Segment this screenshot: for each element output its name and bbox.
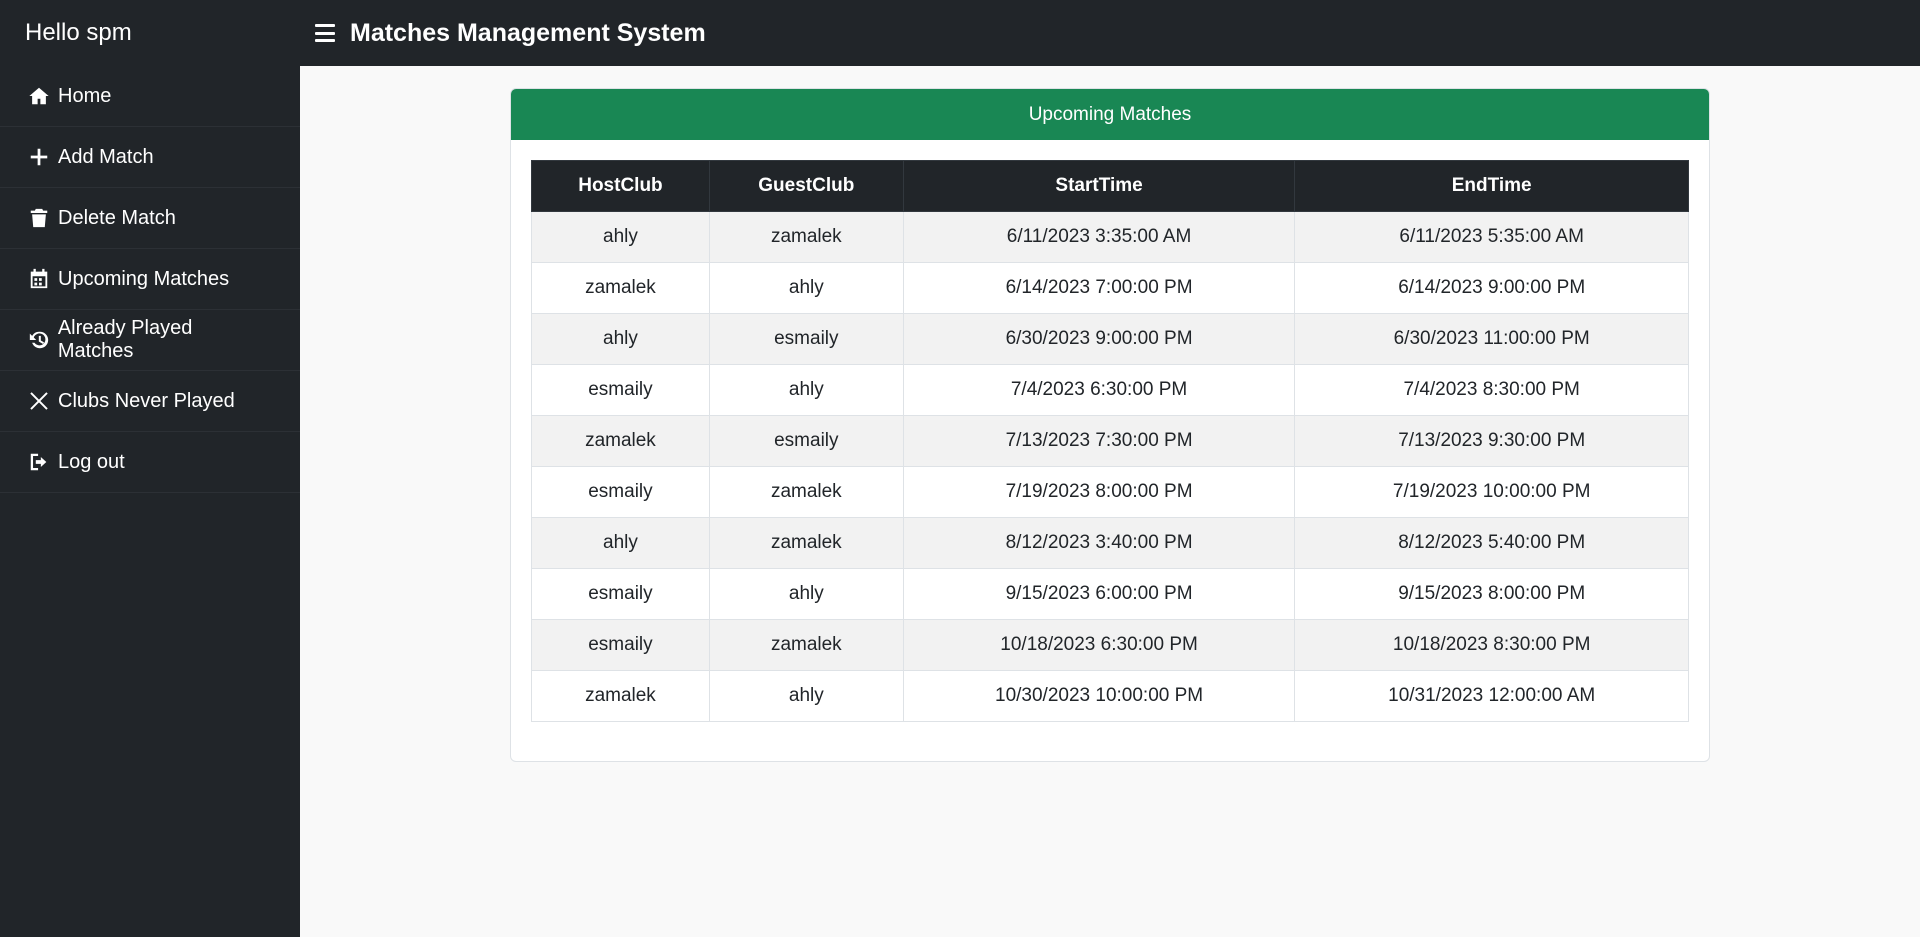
host-club-cell: zamalek <box>531 262 710 314</box>
end-time-cell: 10/18/2023 8:30:00 PM <box>1294 619 1689 671</box>
table-row: ahly zamalek 6/11/2023 3:35:00 AM 6/11/2… <box>531 211 1689 263</box>
host-club-cell: zamalek <box>531 415 710 467</box>
start-time-cell: 6/11/2023 3:35:00 AM <box>902 211 1296 263</box>
table-row: esmaily ahly 7/4/2023 6:30:00 PM 7/4/202… <box>531 364 1689 416</box>
host-club-cell: esmaily <box>531 466 710 518</box>
home-icon <box>28 85 54 107</box>
guest-club-cell: ahly <box>708 364 904 416</box>
sidebar-item-label: Upcoming Matches <box>58 267 230 290</box>
host-club-cell: esmaily <box>531 364 710 416</box>
end-time-cell: 6/30/2023 11:00:00 PM <box>1294 313 1689 365</box>
plus-icon <box>28 146 54 168</box>
start-time-cell: 7/19/2023 8:00:00 PM <box>902 466 1296 518</box>
sidebar-item-home[interactable]: Home <box>0 66 300 127</box>
end-time-cell: 7/13/2023 9:30:00 PM <box>1294 415 1689 467</box>
sidebar-item-label: Log out <box>58 450 125 473</box>
guest-club-cell: ahly <box>708 568 904 620</box>
host-club-cell: ahly <box>531 211 710 263</box>
guest-club-cell: esmaily <box>708 415 904 467</box>
logout-icon <box>28 451 54 473</box>
trash-icon <box>28 207 54 229</box>
top-navbar: Matches Management System <box>300 0 1920 66</box>
start-time-cell: 8/12/2023 3:40:00 PM <box>902 517 1296 569</box>
table-header-row: HostClub GuestClub StartTime EndTime <box>531 160 1689 212</box>
start-time-cell: 10/18/2023 6:30:00 PM <box>902 619 1296 671</box>
column-header-starttime: StartTime <box>902 160 1296 212</box>
sidebar-item-label: Delete Match <box>58 206 176 229</box>
x-icon <box>28 390 54 412</box>
end-time-cell: 6/11/2023 5:35:00 AM <box>1294 211 1689 263</box>
sidebar-item-label: Home <box>58 84 112 107</box>
start-time-cell: 6/14/2023 7:00:00 PM <box>902 262 1296 314</box>
start-time-cell: 6/30/2023 9:00:00 PM <box>902 313 1296 365</box>
host-club-cell: esmaily <box>531 619 710 671</box>
host-club-cell: ahly <box>531 313 710 365</box>
end-time-cell: 6/14/2023 9:00:00 PM <box>1294 262 1689 314</box>
table-row: zamalek ahly 6/14/2023 7:00:00 PM 6/14/2… <box>531 262 1689 314</box>
start-time-cell: 10/30/2023 10:00:00 PM <box>902 670 1296 722</box>
table-row: esmaily zamalek 10/18/2023 6:30:00 PM 10… <box>531 619 1689 671</box>
table-row: zamalek esmaily 7/13/2023 7:30:00 PM 7/1… <box>531 415 1689 467</box>
table-row: ahly zamalek 8/12/2023 3:40:00 PM 8/12/2… <box>531 517 1689 569</box>
sidebar-item-log-out[interactable]: Log out <box>0 432 300 493</box>
upcoming-matches-card: Upcoming Matches HostClub GuestClub Star… <box>510 88 1710 762</box>
start-time-cell: 7/4/2023 6:30:00 PM <box>902 364 1296 416</box>
column-header-endtime: EndTime <box>1294 160 1689 212</box>
column-header-hostclub: HostClub <box>531 160 710 212</box>
table-row: zamalek ahly 10/30/2023 10:00:00 PM 10/3… <box>531 670 1689 722</box>
start-time-cell: 7/13/2023 7:30:00 PM <box>902 415 1296 467</box>
sidebar-item-already-played-matches[interactable]: Already Played Matches <box>0 310 300 371</box>
table-container: HostClub GuestClub StartTime EndTime ahl… <box>511 140 1709 722</box>
sidebar-item-label: Add Match <box>58 145 154 168</box>
calendar-icon <box>28 268 54 290</box>
column-header-guestclub: GuestClub <box>708 160 904 212</box>
table-row: ahly esmaily 6/30/2023 9:00:00 PM 6/30/2… <box>531 313 1689 365</box>
sidebar-item-clubs-never-played[interactable]: Clubs Never Played <box>0 371 300 432</box>
host-club-cell: esmaily <box>531 568 710 620</box>
matches-table: HostClub GuestClub StartTime EndTime ahl… <box>531 160 1689 722</box>
guest-club-cell: ahly <box>708 262 904 314</box>
guest-club-cell: zamalek <box>708 466 904 518</box>
page-title: Matches Management System <box>350 18 706 47</box>
guest-club-cell: ahly <box>708 670 904 722</box>
sidebar: Hello spm Home Add Match Delete Match Up… <box>0 0 300 937</box>
sidebar-item-delete-match[interactable]: Delete Match <box>0 188 300 249</box>
guest-club-cell: zamalek <box>708 517 904 569</box>
sidebar-item-upcoming-matches[interactable]: Upcoming Matches <box>0 249 300 310</box>
sidebar-nav: Home Add Match Delete Match Upcoming Mat… <box>0 66 300 493</box>
end-time-cell: 8/12/2023 5:40:00 PM <box>1294 517 1689 569</box>
sidebar-item-add-match[interactable]: Add Match <box>0 127 300 188</box>
sidebar-item-label: Already Played Matches <box>57 317 193 362</box>
end-time-cell: 7/19/2023 10:00:00 PM <box>1294 466 1689 518</box>
sidebar-greeting: Hello spm <box>25 19 132 46</box>
table-row: esmaily ahly 9/15/2023 6:00:00 PM 9/15/2… <box>531 568 1689 620</box>
start-time-cell: 9/15/2023 6:00:00 PM <box>902 568 1296 620</box>
end-time-cell: 9/15/2023 8:00:00 PM <box>1294 568 1689 620</box>
host-club-cell: zamalek <box>531 670 710 722</box>
history-icon <box>28 329 54 351</box>
table-row: esmaily zamalek 7/19/2023 8:00:00 PM 7/1… <box>531 466 1689 518</box>
hamburger-icon[interactable] <box>315 24 335 42</box>
card-title: Upcoming Matches <box>511 89 1709 140</box>
end-time-cell: 7/4/2023 8:30:00 PM <box>1294 364 1689 416</box>
guest-club-cell: zamalek <box>708 211 904 263</box>
sidebar-item-label: Clubs Never Played <box>58 389 235 412</box>
guest-club-cell: esmaily <box>708 313 904 365</box>
end-time-cell: 10/31/2023 12:00:00 AM <box>1294 670 1689 722</box>
host-club-cell: ahly <box>531 517 710 569</box>
guest-club-cell: zamalek <box>708 619 904 671</box>
